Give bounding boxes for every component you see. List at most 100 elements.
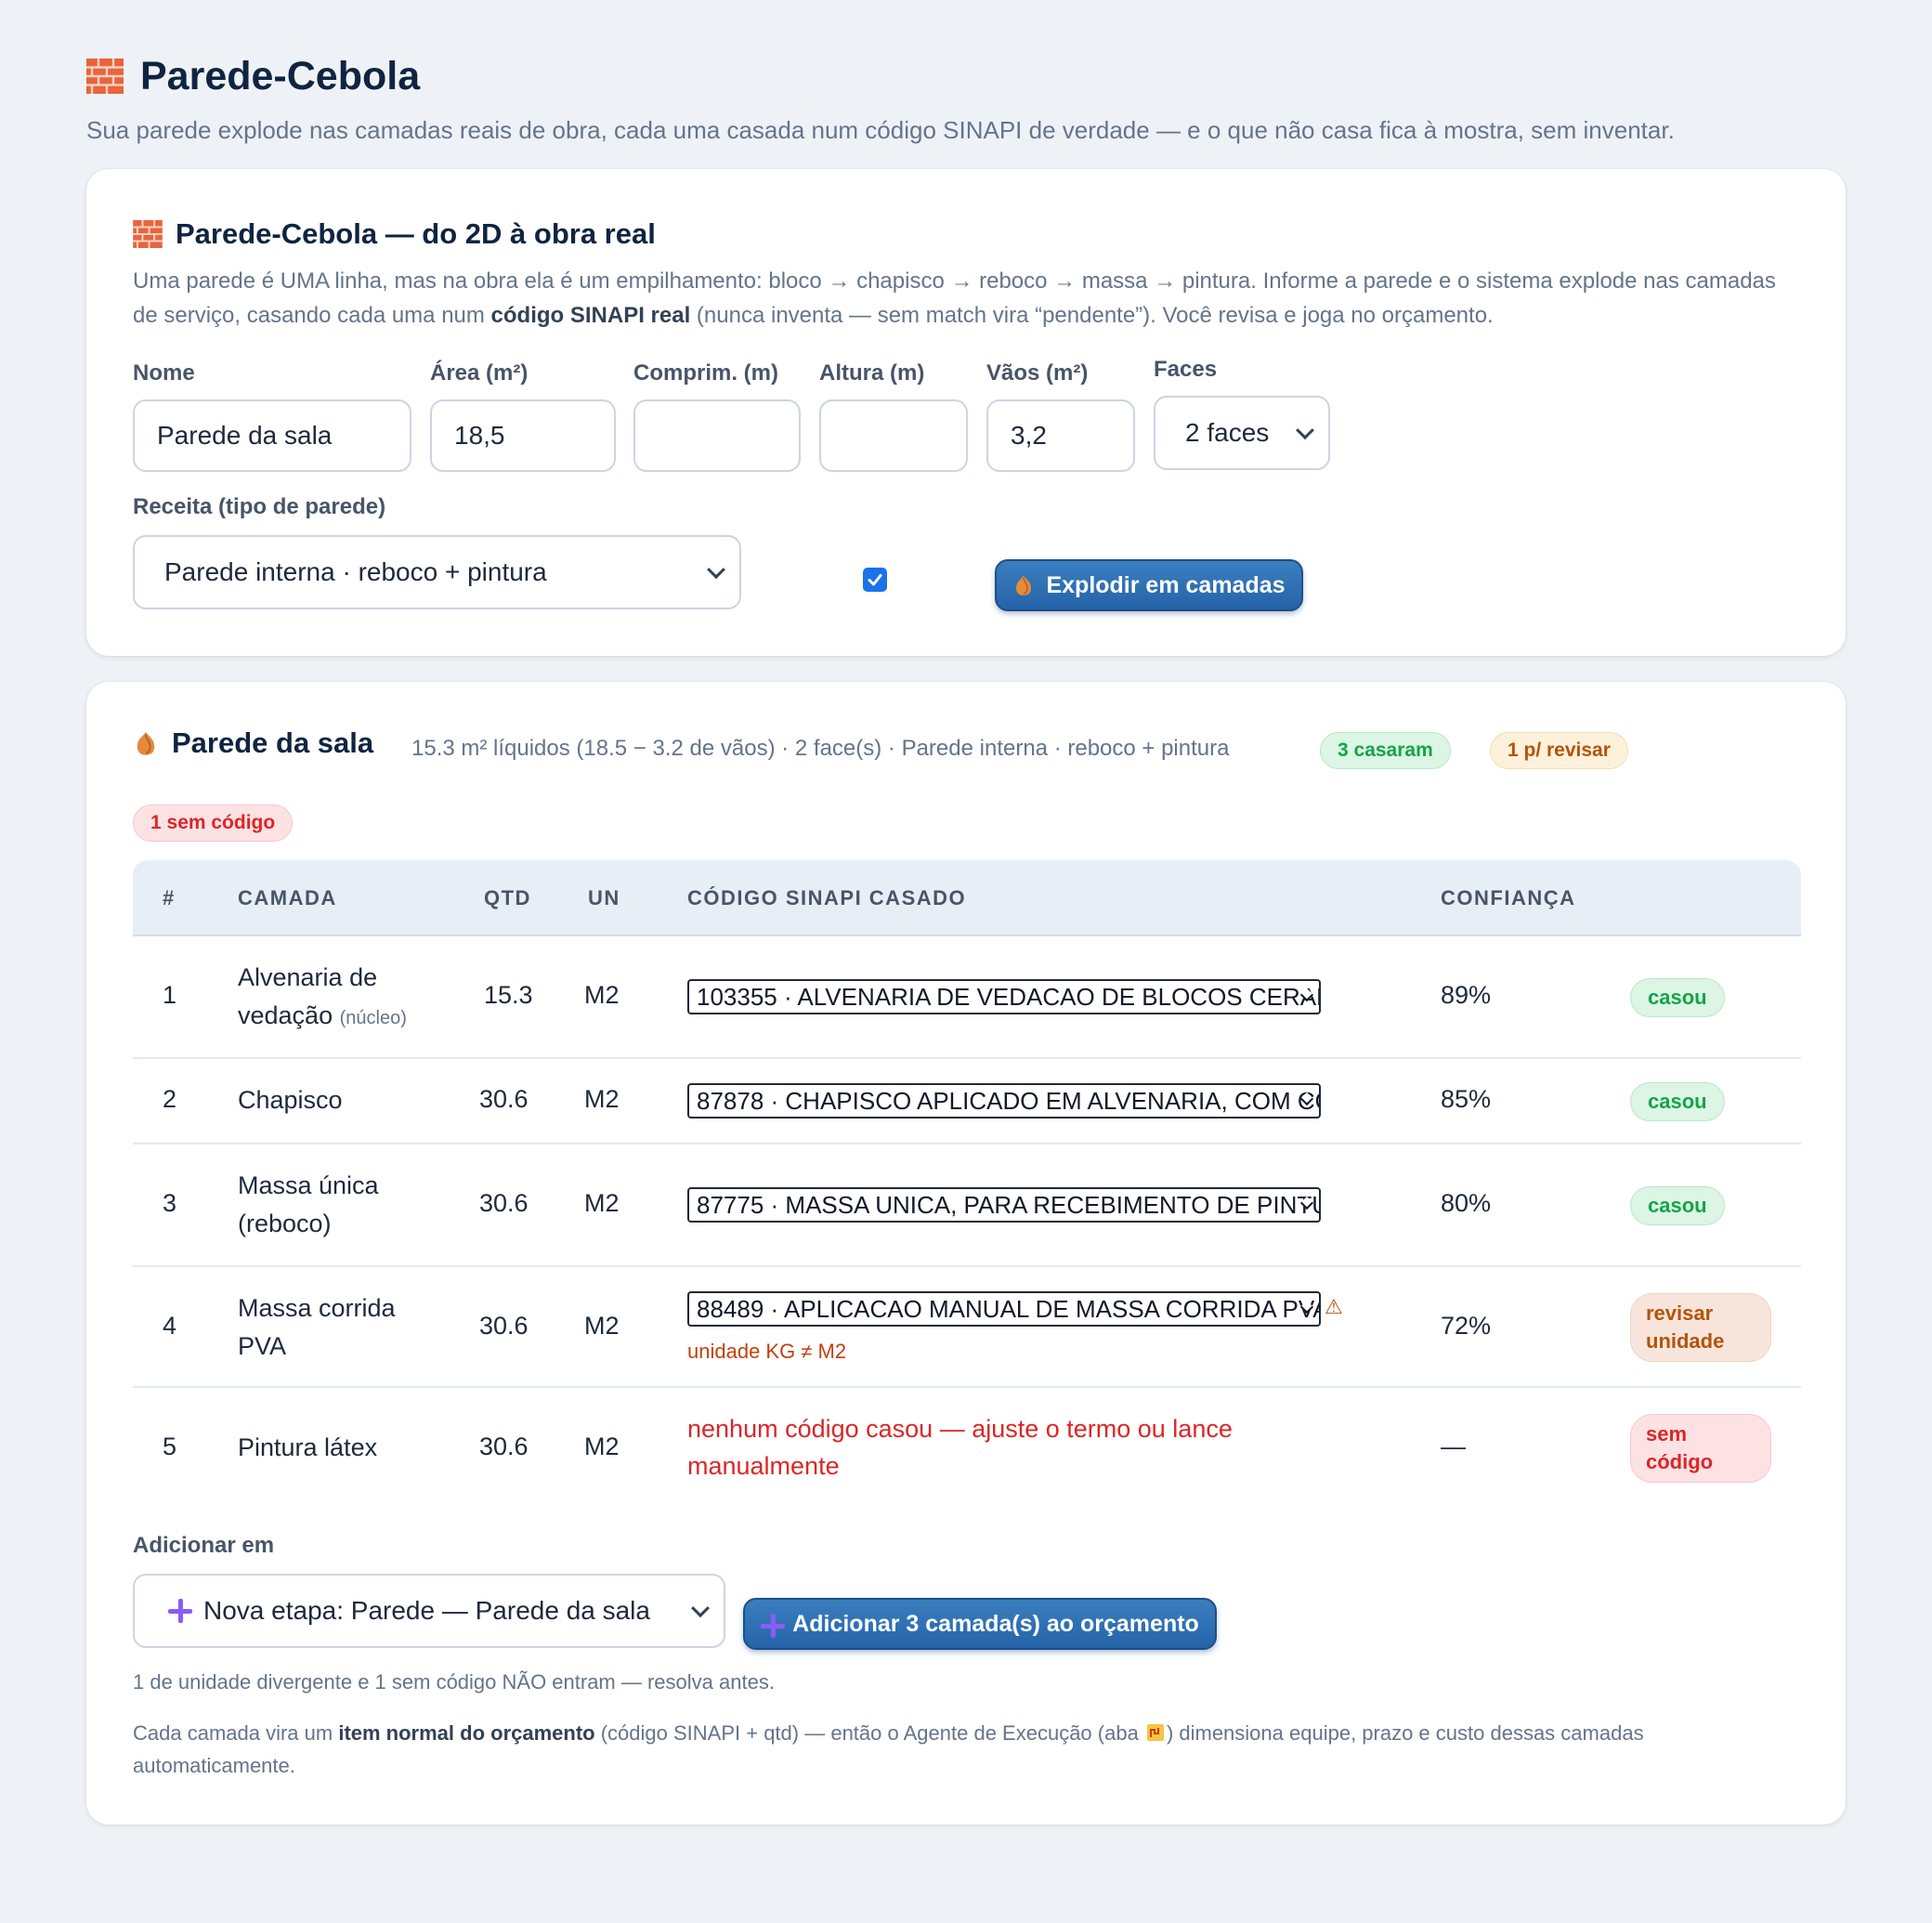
form-title-text: Parede-Cebola — do 2D à obra real — [176, 217, 656, 250]
row-qtd: 15.3 — [484, 981, 533, 1009]
row-layer: Chapisco — [238, 1086, 343, 1114]
status-badge: casou — [1630, 1082, 1725, 1121]
no-match-message: nenhum código casou — ajuste o termo ou … — [687, 1415, 1233, 1480]
result-title-text: Parede da sala — [172, 726, 374, 759]
execution-tab-icon — [1144, 1720, 1167, 1743]
add-target-value: Nova etapa: Parede — Parede da sala — [203, 1596, 650, 1625]
sinapi-code-select[interactable]: 87878 · CHAPISCO APLICADO EM ALVENARIA, … — [687, 1083, 1321, 1118]
area-input[interactable] — [430, 399, 616, 472]
unit-warning: unidade KG ≠ M2 — [687, 1340, 847, 1363]
row-un: M2 — [584, 1189, 620, 1217]
option-checkbox[interactable] — [863, 568, 887, 592]
table-row: 2 Chapisco 30.6 M2 87878 · CHAPISCO APLI… — [133, 1059, 1801, 1145]
explode-button[interactable]: Explodir em camadas — [995, 559, 1303, 611]
brick-wall-icon — [86, 59, 124, 94]
col-camada: CAMADA — [238, 886, 337, 909]
row-layer: Massa única (reboco) — [238, 1171, 379, 1237]
table-row: 4 Massa corrida PVA 30.6 M2 88489 · APLI… — [133, 1267, 1801, 1388]
table-row: 1 Alvenaria de vedação (núcleo) 15.3 M2 1… — [133, 936, 1801, 1059]
plus-icon — [168, 1599, 192, 1623]
info-note: Cada camada vira um item normal do orçam… — [133, 1720, 1644, 1777]
row-qtd: 30.6 — [479, 1189, 529, 1217]
nocode-badge: 1 sem código — [133, 805, 294, 842]
sinapi-code-select[interactable]: 103355 · ALVENARIA DE VEDACAO DE BLOCOS … — [687, 979, 1321, 1014]
row-num: 2 — [163, 1085, 177, 1113]
status-badge: revisar unidade — [1630, 1293, 1771, 1362]
faces-select-value: 2 faces — [1185, 418, 1270, 447]
brick-wall-icon — [133, 220, 163, 248]
warning-icon: ⚠ — [1325, 1295, 1343, 1318]
row-confidence: 72% — [1441, 1312, 1492, 1340]
form-title: Parede-Cebola — do 2D à obra real — [133, 217, 656, 251]
chevron-down-icon — [707, 560, 725, 580]
col-num: # — [163, 886, 176, 909]
result-title: Parede da sala — [133, 726, 373, 760]
row-un: M2 — [584, 981, 620, 1009]
result-card: Parede da sala 15.3 m² líquidos (18.5 − … — [86, 682, 1846, 1825]
add-target-select[interactable]: Nova etapa: Parede — Parede da sala — [133, 1574, 725, 1648]
add-label: Adicionar em — [133, 1533, 275, 1558]
sinapi-code-select[interactable]: 87775 · MASSA UNICA, PARA RECEBIMENTO DE… — [687, 1187, 1321, 1223]
row-layer: Pintura látex — [238, 1433, 378, 1461]
row-num: 4 — [163, 1312, 177, 1340]
vaos-input[interactable] — [986, 399, 1135, 472]
comprimento-input[interactable] — [633, 399, 801, 472]
row-confidence: 80% — [1441, 1189, 1492, 1217]
row-un: M2 — [584, 1312, 620, 1340]
form-description-bold: código SINAPI real — [490, 303, 691, 328]
col-qtd: QTD — [484, 886, 531, 909]
row-layer-note: (núcleo) — [339, 1008, 407, 1028]
row-un: M2 — [584, 1085, 620, 1113]
faces-label: Faces — [1154, 357, 1218, 382]
row-un: M2 — [584, 1432, 620, 1460]
nome-input[interactable] — [133, 399, 411, 472]
check-icon — [868, 574, 882, 586]
row-qtd: 30.6 — [479, 1085, 529, 1113]
row-num: 1 — [163, 981, 177, 1009]
result-meta: 15.3 m² líquidos (18.5 − 3.2 de vãos) · … — [411, 736, 1230, 761]
matched-badge: 3 casaram — [1320, 732, 1451, 769]
comprimento-label: Comprim. (m) — [633, 360, 778, 386]
add-to-budget-label: Adicionar 3 camada(s) ao orçamento — [792, 1610, 1199, 1637]
row-layer: Massa corrida PVA — [238, 1294, 396, 1360]
sinapi-code-select[interactable]: 88489 · APLICACAO MANUAL DE MASSA CORRID… — [687, 1291, 1321, 1327]
page-title: Parede-Cebola — [86, 49, 1846, 103]
table-header: # CAMADA QTD UN CÓDIGO SINAPI CASADO CON… — [133, 860, 1801, 936]
onion-icon — [133, 729, 159, 757]
layers-table: # CAMADA QTD UN CÓDIGO SINAPI CASADO CON… — [133, 860, 1801, 1511]
vaos-label: Vãos (m²) — [986, 360, 1089, 386]
col-un: UN — [588, 886, 620, 909]
explode-button-label: Explodir em camadas — [1046, 571, 1286, 598]
nome-label: Nome — [133, 360, 195, 386]
row-num: 3 — [163, 1189, 177, 1217]
altura-label: Altura (m) — [819, 360, 925, 386]
table-row: 3 Massa única (reboco) 30.6 M2 87775 · M… — [133, 1145, 1801, 1267]
receita-select[interactable]: Parede interna · reboco + pintura — [133, 535, 741, 609]
review-badge: 1 p/ revisar — [1490, 732, 1628, 769]
wall-form-card: Parede-Cebola — do 2D à obra real Uma pa… — [86, 169, 1846, 656]
info-note-bold: item normal do orçamento — [338, 1721, 595, 1745]
col-confianca: CONFIANÇA — [1441, 886, 1576, 909]
receita-select-value: Parede interna · reboco + pintura — [164, 557, 547, 586]
plus-icon — [761, 1614, 786, 1638]
page: Parede-Cebola Sua parede explode nas cam… — [0, 0, 1932, 145]
page-title-text: Parede-Cebola — [140, 53, 421, 98]
row-confidence: — — [1441, 1432, 1466, 1460]
receita-label: Receita (tipo de parede) — [133, 494, 386, 519]
row-num: 5 — [163, 1432, 177, 1460]
faces-select[interactable]: 2 faces — [1154, 396, 1330, 470]
row-qtd: 30.6 — [479, 1432, 529, 1460]
row-qtd: 30.6 — [479, 1312, 529, 1340]
form-description: Uma parede é UMA linha, mas na obra ela … — [133, 268, 1776, 328]
row-layer: Alvenaria de vedação (núcleo) — [238, 963, 407, 1029]
status-badge: casou — [1630, 1186, 1725, 1225]
status-badge: casou — [1630, 978, 1725, 1017]
row-confidence: 85% — [1441, 1085, 1492, 1113]
chevron-down-icon — [691, 1599, 710, 1618]
area-label: Área (m²) — [430, 360, 529, 386]
chevron-down-icon — [1296, 421, 1314, 440]
altura-input[interactable] — [819, 399, 968, 472]
add-to-budget-button[interactable]: Adicionar 3 camada(s) ao orçamento — [743, 1598, 1217, 1650]
status-badge: sem código — [1630, 1414, 1771, 1483]
page-subtitle: Sua parede explode nas camadas reais de … — [86, 116, 1675, 144]
